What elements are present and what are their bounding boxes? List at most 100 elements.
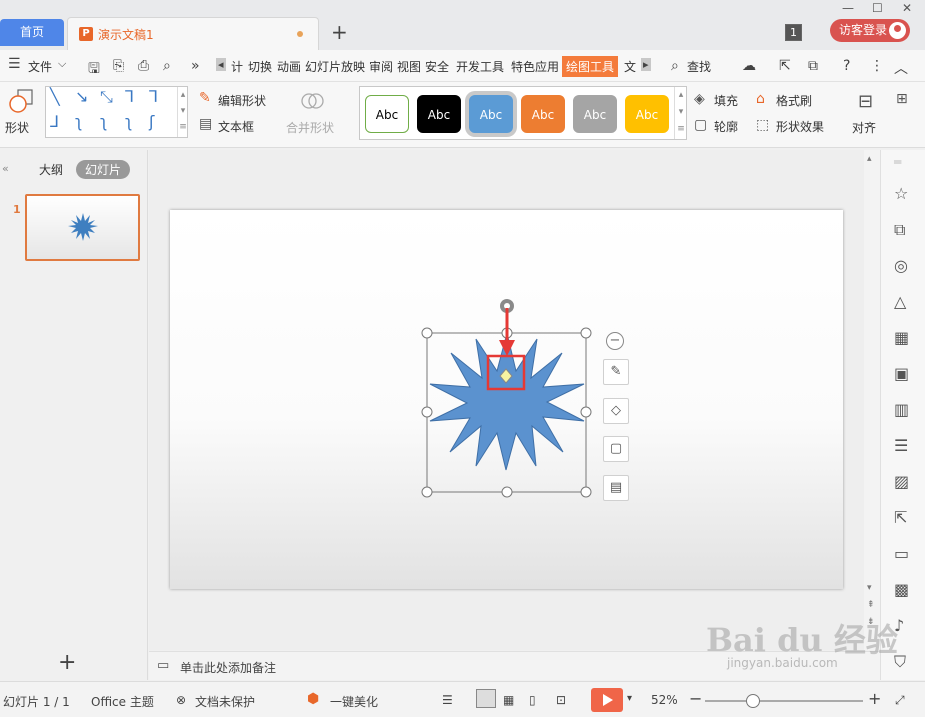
search-icon[interactable]: ⌕ [671,58,679,74]
zoom-slider[interactable] [705,700,863,702]
merge-shape-button[interactable]: 合并形状 [286,119,334,136]
zoom-level[interactable]: 52% [651,693,678,707]
menu-tab-transition[interactable]: 切换 [248,58,272,75]
elbow-connector-icon[interactable]: ⅂ [125,87,134,106]
menu-tab-slideshow[interactable]: 幻灯片放映 [305,58,365,75]
arrow-icon[interactable]: ↘ [75,87,88,106]
text-box-button[interactable]: 文本框 [218,118,254,135]
zoom-out-icon[interactable]: − [689,689,702,708]
tab-slides[interactable]: 幻灯片 [76,160,131,179]
login-button[interactable]: 访客登录 [830,19,910,42]
menu-tab-text[interactable]: 文 [624,58,636,75]
beautify-button[interactable]: 一键美化 [330,693,378,710]
hamburger-icon[interactable]: ☰ [8,56,21,72]
chart-icon[interactable]: ▥ [894,400,909,419]
float-style-button[interactable]: ✎ [603,359,629,385]
shape-style-1[interactable]: Abc [365,95,409,133]
scroll-left-icon[interactable]: ◂ [216,58,226,71]
chevron-down-icon[interactable]: ⌵ [58,57,66,71]
collapse-ribbon-icon[interactable]: ︿ [894,58,908,78]
sidebar-handle-icon[interactable]: ═ [894,155,901,169]
menu-tab-animation[interactable]: 动画 [277,58,301,75]
copy-icon[interactable]: ⧉ [894,220,905,240]
search-label[interactable]: 查找 [687,58,711,75]
close-icon[interactable]: ✕ [902,1,912,15]
image-icon[interactable]: ▨ [894,472,909,491]
cloud-icon[interactable]: ☁ [742,58,756,74]
style-gallery-scroll[interactable]: ▴ ▾ ≡ [674,87,687,139]
menu-tab-security[interactable]: 安全 [425,58,449,75]
elbow-arrow-icon[interactable]: ⅂ [149,87,158,106]
maximize-icon[interactable]: ☐ [872,1,883,15]
menu-file[interactable]: 文件 [28,58,52,75]
layers-icon[interactable]: △ [894,292,906,311]
export-icon[interactable]: ⎘ [113,58,124,74]
shape-effect-button[interactable]: 形状效果 [776,118,824,135]
grid-icon[interactable]: ▣ [894,364,909,383]
shape-gallery[interactable]: ╲ ↘ ⤡ ⅂ ⅂ ⅃ ʅ ʅ ʅ ʃ ▴ ▾ ≡ [45,86,188,138]
outline-button[interactable]: 轮廓 [714,118,738,135]
curved-connector-icon[interactable]: ʅ [75,112,82,131]
line-icon[interactable]: ╲ [50,87,60,106]
protection-label[interactable]: 文档未保护 [195,693,255,710]
gallery-scroll[interactable]: ▴ ▾ ≡ [177,87,188,137]
print-icon[interactable]: ⎙ [138,58,149,74]
scroll-up-icon[interactable]: ▴ [867,154,872,164]
align-button[interactable]: 对齐 [852,119,876,136]
fit-window-icon[interactable]: ⤢ [895,693,905,708]
menu-tab-design[interactable]: 计 [231,58,243,75]
play-slideshow-button[interactable] [591,688,623,712]
scroll-down-icon[interactable]: ▾ [867,583,872,593]
elbow-double-arrow-icon[interactable]: ⅃ [50,112,59,131]
edit-shape-button[interactable]: 编辑形状 [218,92,266,109]
star-shape[interactable] [420,295,600,500]
notes-placeholder[interactable]: 单击此处添加备注 [180,659,276,676]
prev-slide-icon[interactable]: ⇞ [867,600,875,610]
normal-view-icon[interactable] [476,689,496,708]
shape-style-5[interactable]: Abc [573,95,617,133]
export-share-icon[interactable]: ⇱ [894,508,907,527]
double-arrow-icon[interactable]: ⤡ [100,87,113,107]
shape-style-3[interactable]: Abc [469,95,513,133]
picture-icon[interactable]: ▩ [894,580,909,599]
vertical-scrollbar[interactable]: ▴ ▾ ⇞ ⇟ [864,150,880,650]
tab-home[interactable]: 首页 [0,19,64,46]
save-icon[interactable]: 🖫 [88,58,100,82]
menu-tab-view[interactable]: 视图 [397,58,421,75]
kebab-icon[interactable]: ⋮ [870,58,884,74]
preview-icon[interactable]: ⌕ [163,58,171,74]
freeform-icon[interactable]: ʃ [149,112,154,131]
magic-icon[interactable]: ☆ [894,184,908,203]
float-outline-button[interactable]: ▢ [603,436,629,462]
shapes-icon[interactable]: ◎ [894,256,908,275]
align-text-icon[interactable]: ☰ [442,693,453,707]
table-icon[interactable]: ▦ [894,328,909,347]
float-fill-button[interactable]: ◇ [603,398,629,424]
curved-double-arrow-icon[interactable]: ʅ [125,112,132,131]
format-painter-button[interactable]: 格式刷 [776,92,812,109]
minimize-icon[interactable]: — [842,1,854,15]
slide-sorter-icon[interactable]: ▦ [503,693,514,707]
zoom-in-icon[interactable]: + [868,689,881,708]
more-icon[interactable]: » [191,58,200,74]
menu-tab-review[interactable]: 审阅 [369,58,393,75]
fill-button[interactable]: 填充 [714,92,738,109]
theme-label[interactable]: Office 主题 [91,693,154,710]
shape-style-6[interactable]: Abc [625,95,669,133]
shape-button[interactable]: 形状 [5,119,29,136]
window-count-badge[interactable]: 1 [785,24,802,41]
zoom-slider-thumb[interactable] [746,694,760,708]
float-layout-button[interactable]: ▤ [603,475,629,501]
shape-style-2[interactable]: Abc [417,95,461,133]
share-icon[interactable]: ⇱ [779,58,791,74]
collapse-panel-icon[interactable]: « [2,162,9,175]
curved-arrow-icon[interactable]: ʅ [100,112,107,131]
tab-document[interactable]: P 演示文稿1 [67,17,319,50]
add-slide-button[interactable]: + [58,650,76,675]
play-dropdown-icon[interactable]: ▾ [627,693,632,704]
reading-view-icon[interactable]: ▯ [529,693,536,707]
menu-tab-developer[interactable]: 开发工具 [456,58,504,75]
tab-outline[interactable]: 大纲 [39,161,63,178]
menu-tab-drawing-tools[interactable]: 绘图工具 [562,56,619,77]
archive-icon[interactable]: ▭ [894,544,909,563]
